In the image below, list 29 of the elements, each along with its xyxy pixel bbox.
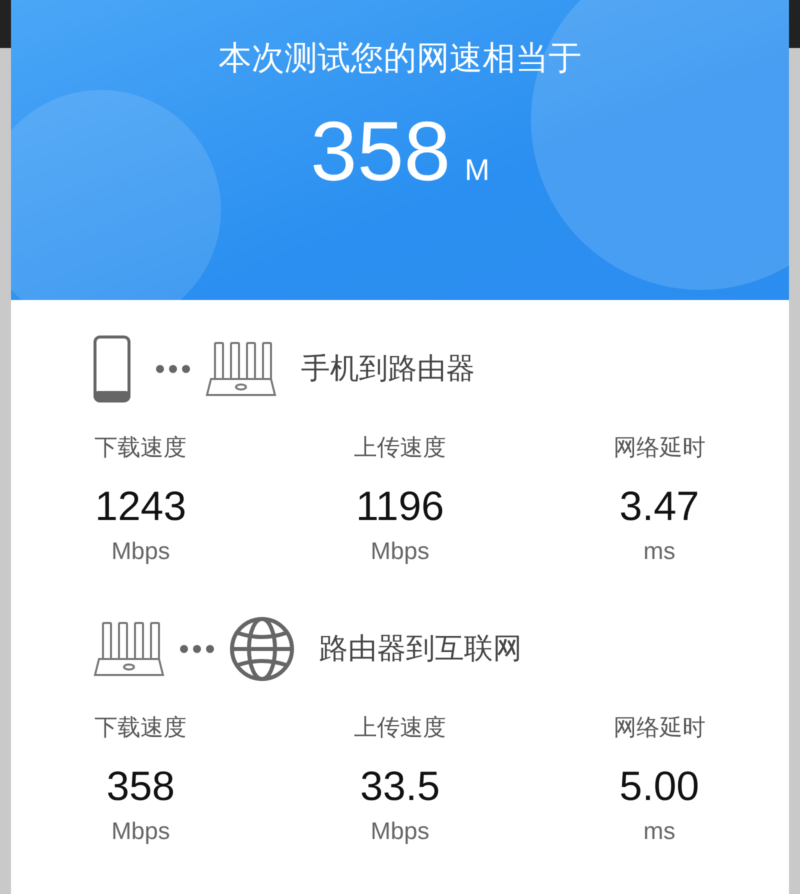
router-icon <box>205 341 277 397</box>
metric-unit: ms <box>643 538 676 566</box>
metric-unit: ms <box>643 818 676 846</box>
metric-unit: Mbps <box>370 538 430 566</box>
metric-label: 下载速度 <box>94 714 187 743</box>
metric-unit: Mbps <box>370 818 430 846</box>
globe-icon <box>229 616 295 682</box>
metric-value: 3.47 <box>619 483 700 530</box>
metric-value: 33.5 <box>360 763 440 810</box>
result-title: 本次测试您的网速相当于 <box>218 37 582 79</box>
metric-value: 1196 <box>356 483 444 530</box>
dots-icon <box>179 644 215 654</box>
phone-icon <box>93 335 131 403</box>
metric-label: 上传速度 <box>354 714 446 743</box>
metric-label: 上传速度 <box>354 434 446 463</box>
metric-value: 5.00 <box>619 763 700 810</box>
metric-value: 1243 <box>95 483 186 530</box>
metric-label: 下载速度 <box>94 434 187 463</box>
router-icon <box>93 621 165 677</box>
section-title: 手机到路由器 <box>301 350 475 387</box>
metric-value: 358 <box>106 763 175 810</box>
metric-label: 网络延时 <box>613 434 706 463</box>
speed-value: 358 <box>310 103 451 200</box>
speed-unit: M <box>464 154 490 188</box>
dots-icon <box>155 364 191 374</box>
metric-label: 网络延时 <box>613 714 706 743</box>
metric-unit: Mbps <box>111 818 170 846</box>
metric-unit: Mbps <box>111 538 170 566</box>
section-title: 路由器到互联网 <box>319 630 522 667</box>
